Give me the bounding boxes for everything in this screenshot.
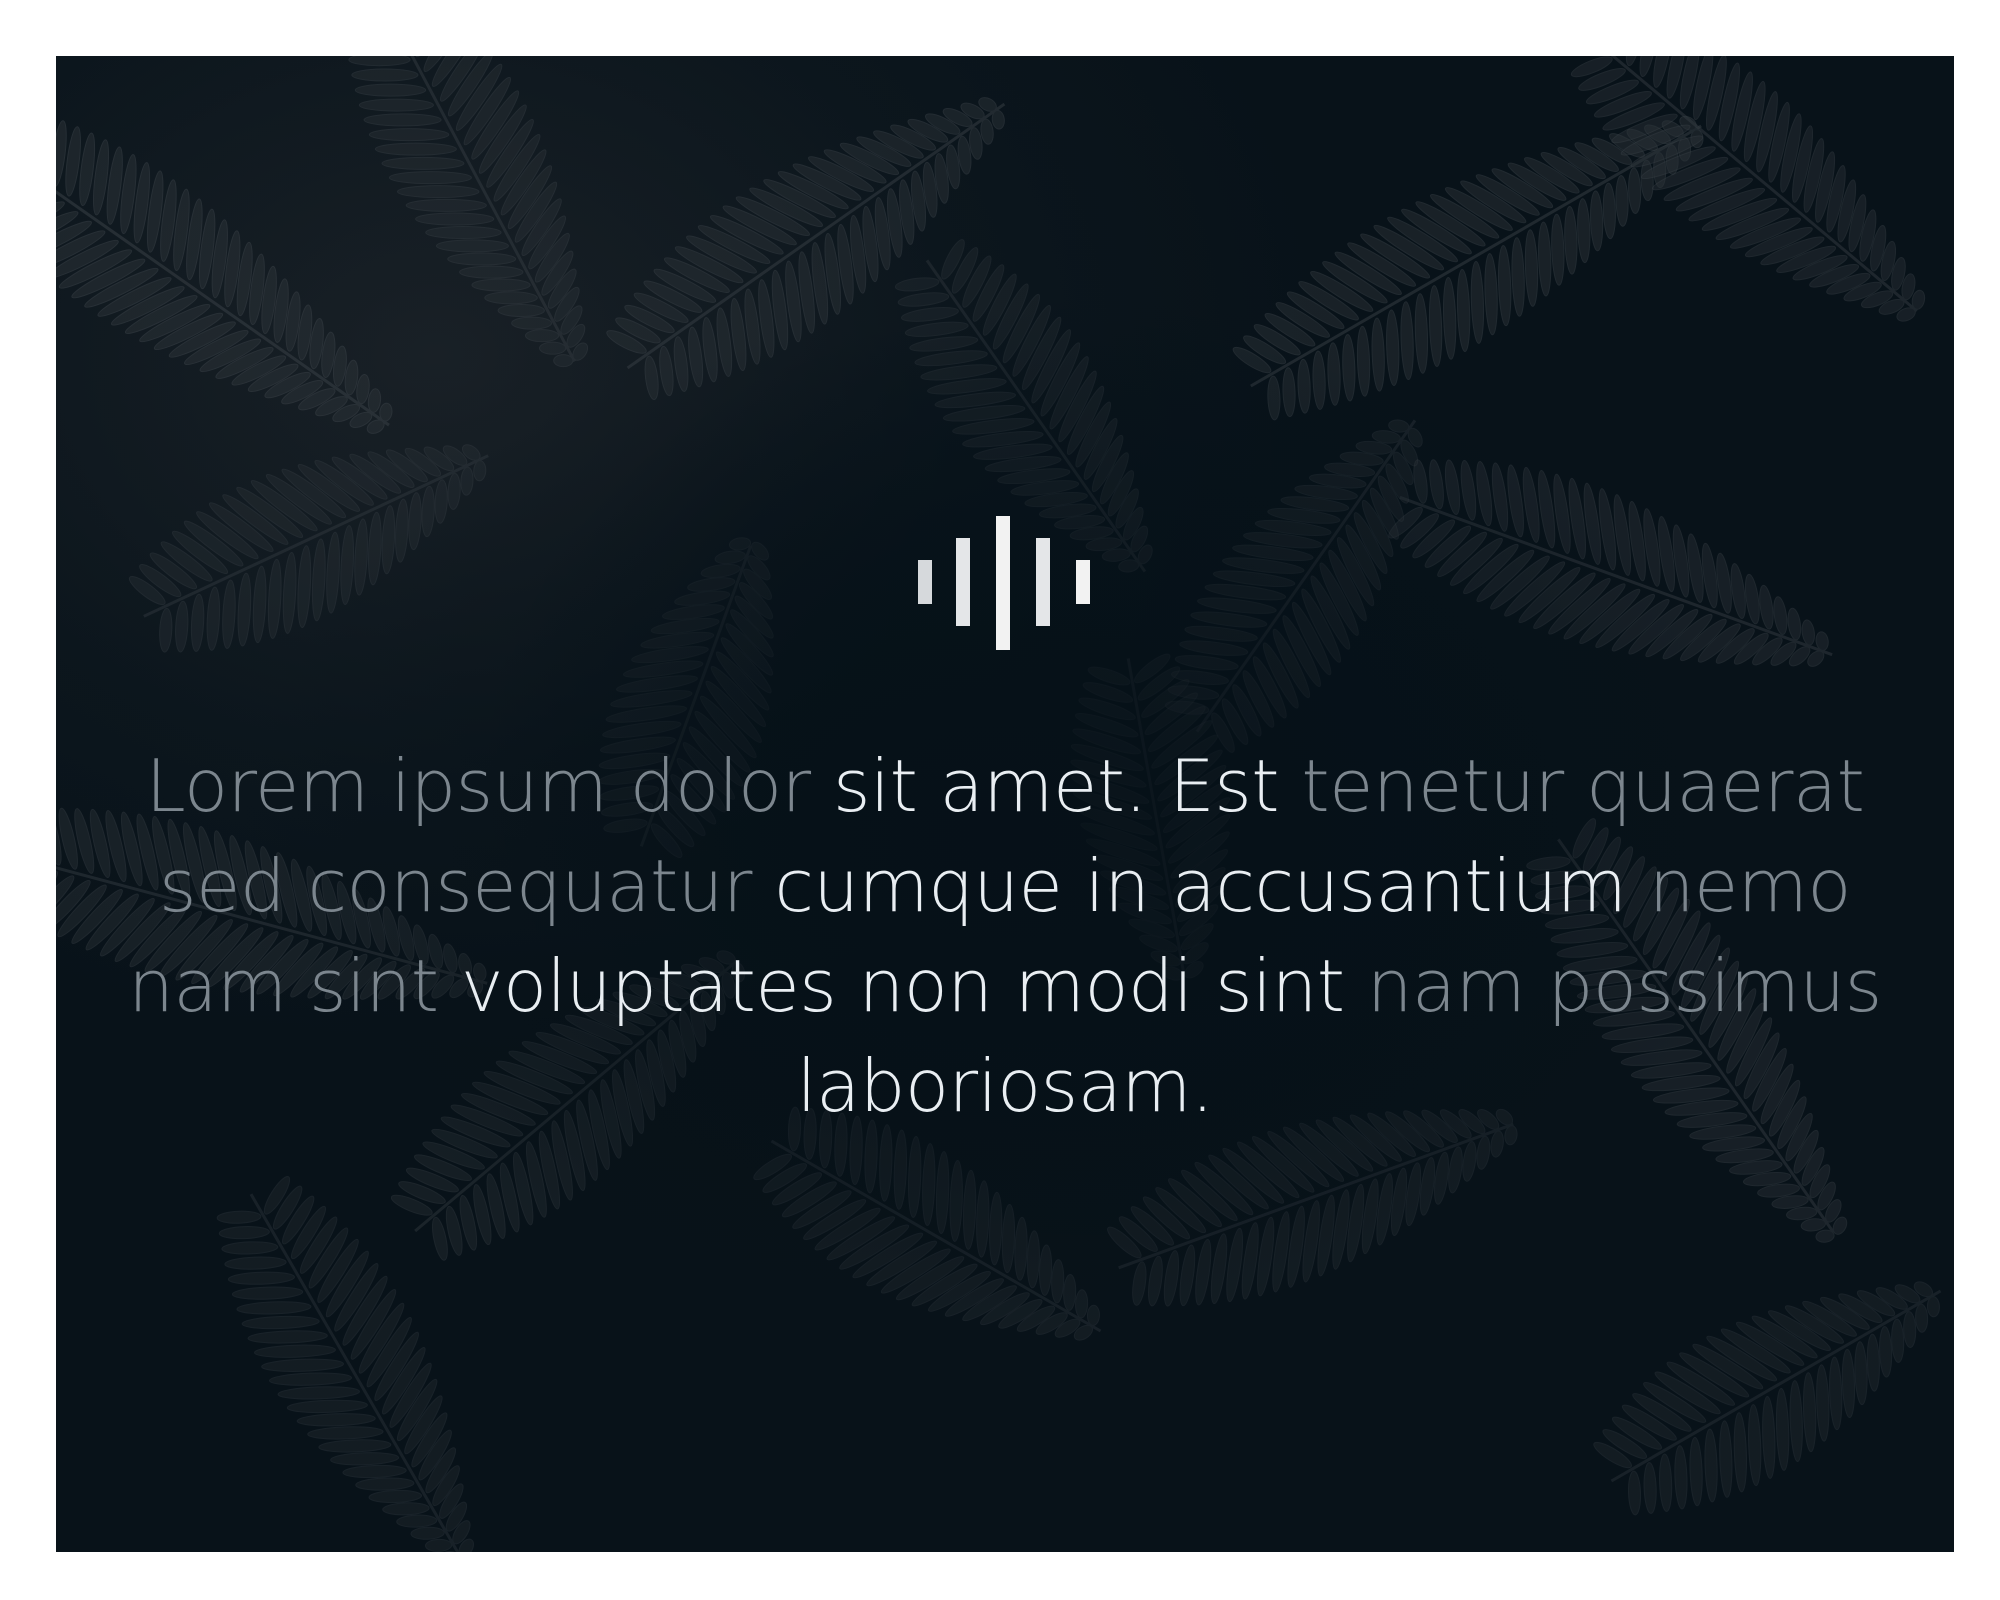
soundwave-bar-3 xyxy=(996,516,1010,650)
hero-section: Lorem ipsum dolor sit amet. Est tenetur … xyxy=(56,56,1954,1552)
soundwave-icon xyxy=(918,516,1090,650)
quote-segment: nam possimus xyxy=(1366,944,1882,1028)
soundwave-bar-5 xyxy=(1076,560,1090,604)
soundwave-bar-2 xyxy=(956,538,970,626)
quote-segment: laboriosam. xyxy=(796,1044,1214,1128)
quote-segment: cumque in accusantium xyxy=(774,844,1649,928)
quote-segment: tenetur quaerat xyxy=(1301,744,1865,828)
quote-segment: sit amet. Est xyxy=(833,744,1302,828)
quote-segment: Lorem ipsum dolor xyxy=(145,744,834,828)
soundwave-bar-4 xyxy=(1036,538,1050,626)
quote-segment: voluptates non modi sint xyxy=(460,944,1367,1028)
quote-segment: sed consequatur xyxy=(159,844,775,928)
soundwave-bar-1 xyxy=(918,560,932,604)
hero-quote-text: Lorem ipsum dolor sit amet. Est tenetur … xyxy=(116,736,1894,1136)
